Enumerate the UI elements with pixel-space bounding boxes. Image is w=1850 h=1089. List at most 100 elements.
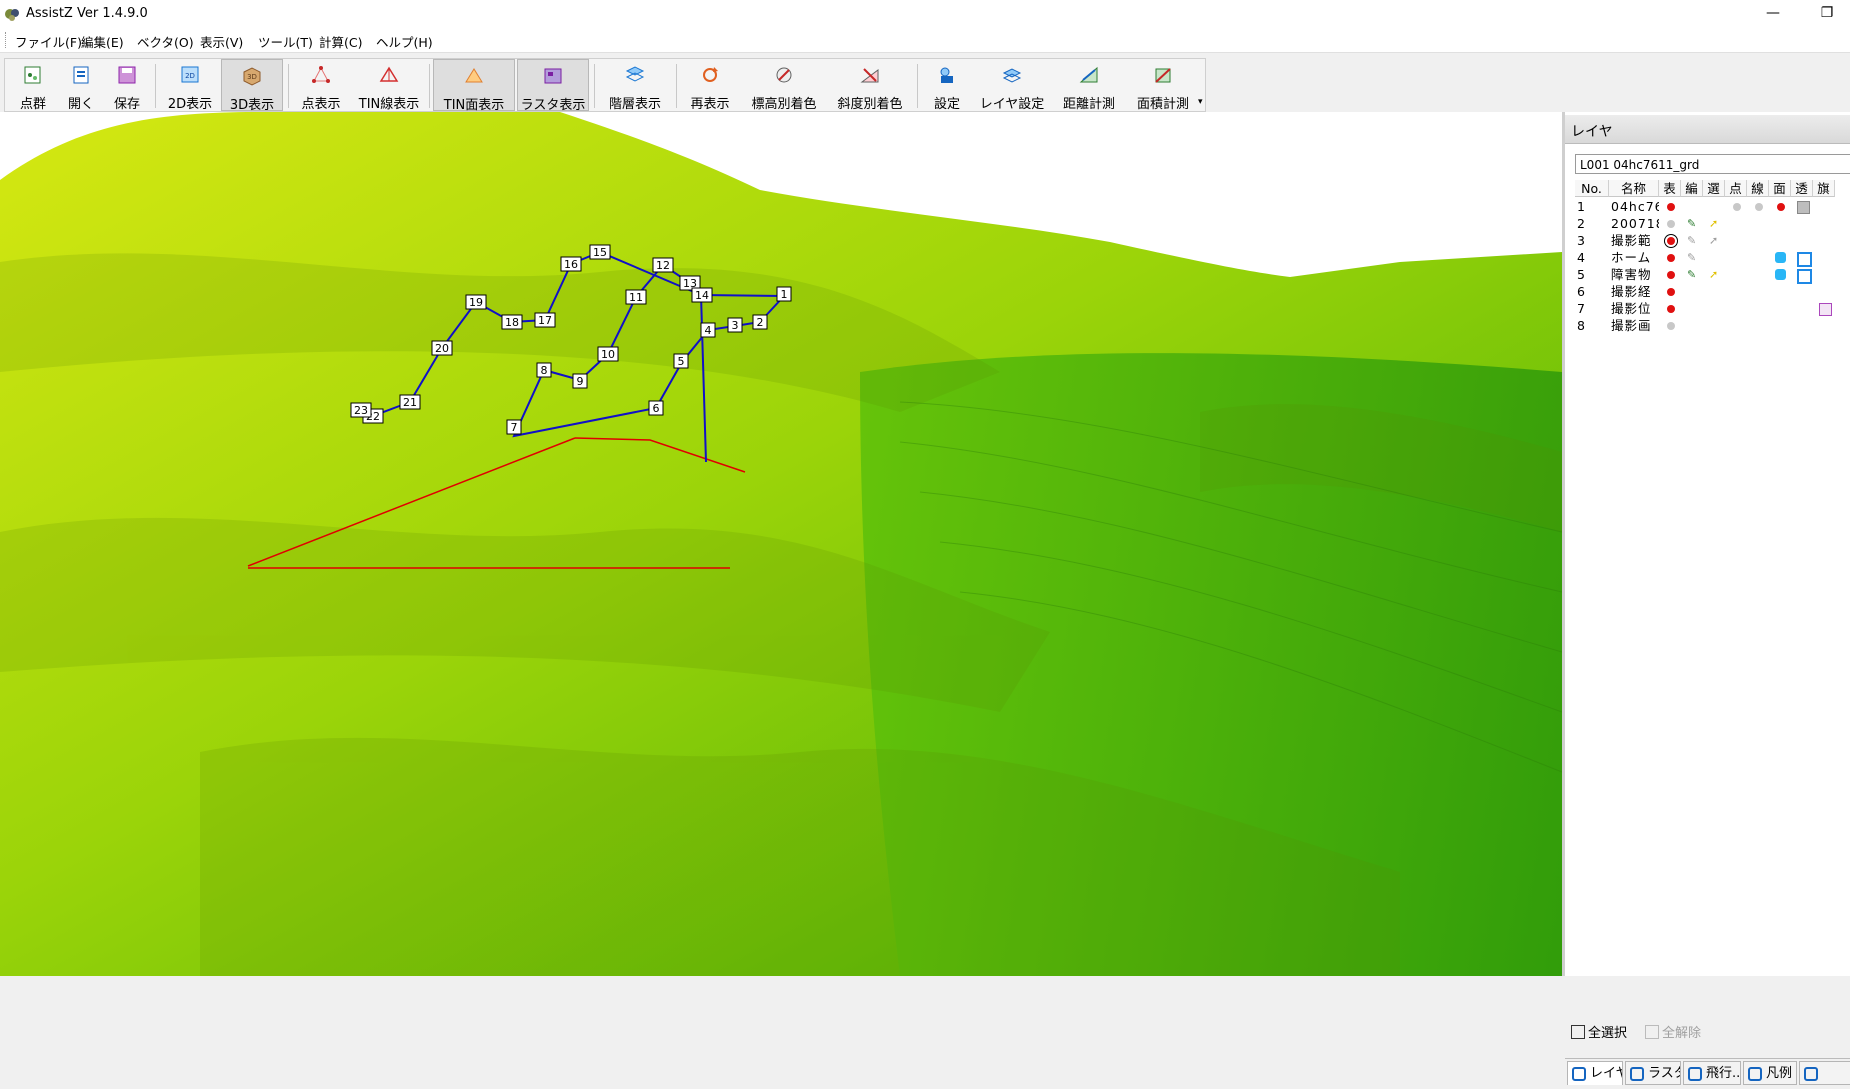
- area-measure-icon: [1155, 68, 1171, 83]
- visible-toggle-icon[interactable]: [1667, 322, 1675, 330]
- col-select[interactable]: 選: [1703, 180, 1725, 197]
- toolbar-separator: [429, 64, 430, 108]
- col-flag[interactable]: 旗: [1813, 180, 1835, 197]
- current-layer-select[interactable]: L001 04hc7611_grd: [1575, 154, 1850, 174]
- col-edit[interactable]: 編: [1681, 180, 1703, 197]
- toolbar-overflow-button[interactable]: ▾: [1198, 97, 1203, 107]
- visible-toggle-icon[interactable]: [1667, 220, 1675, 228]
- layer-row[interactable]: 5 障害物 ✎ ➚: [1575, 266, 1850, 284]
- visible-toggle-icon[interactable]: [1667, 271, 1675, 279]
- col-no[interactable]: No.: [1575, 180, 1609, 197]
- edit-pencil-icon[interactable]: ✎: [1687, 266, 1698, 281]
- tab-raster[interactable]: ラスタ: [1625, 1061, 1681, 1085]
- slope-color-button[interactable]: 斜度別着色: [829, 59, 911, 112]
- waypoint-12: 12: [652, 257, 674, 273]
- layer-row[interactable]: 1 04hc76: [1575, 198, 1850, 215]
- tin-surface-button[interactable]: TIN面表示: [433, 59, 515, 113]
- layer-row[interactable]: 4 ホーム ✎: [1575, 249, 1850, 267]
- visible-toggle-icon[interactable]: [1667, 203, 1675, 211]
- select-all-button[interactable]: 全選択: [1571, 1022, 1627, 1041]
- menu-file[interactable]: ファイル(F): [15, 32, 82, 51]
- area-measure-button[interactable]: 面積計測: [1127, 59, 1199, 112]
- transparency-icon[interactable]: [1797, 201, 1810, 214]
- layer-row[interactable]: 8 撮影画: [1575, 317, 1850, 334]
- select-cursor-icon[interactable]: ➚: [1709, 215, 1720, 230]
- svg-text:16: 16: [564, 258, 578, 271]
- visible-toggle-icon[interactable]: [1667, 305, 1675, 313]
- point-style-icon[interactable]: [1733, 203, 1741, 211]
- menu-edit[interactable]: 編集(E): [81, 32, 124, 51]
- line-style-icon[interactable]: [1755, 203, 1763, 211]
- restore-button[interactable]: ❐: [1804, 0, 1850, 28]
- menu-help[interactable]: ヘルプ(H): [376, 32, 433, 51]
- visible-toggle-icon[interactable]: [1667, 237, 1675, 245]
- point-cloud-icon: [24, 66, 41, 84]
- tin-line-button[interactable]: TIN線表示: [353, 59, 425, 112]
- col-point[interactable]: 点: [1725, 180, 1747, 197]
- face-style-icon[interactable]: [1775, 269, 1786, 280]
- menu-view[interactable]: 表示(V): [200, 32, 243, 51]
- face-style-icon[interactable]: [1775, 252, 1786, 263]
- checklist-icon: [1645, 1025, 1659, 1039]
- waypoint-16: 16: [560, 256, 582, 272]
- layer-row[interactable]: 7 撮影位: [1575, 300, 1850, 317]
- flight-tab-icon: [1688, 1067, 1702, 1081]
- layer-row[interactable]: 6 撮影経: [1575, 283, 1850, 300]
- menu-vector[interactable]: ベクタ(O): [137, 32, 194, 51]
- svg-text:10: 10: [601, 348, 615, 361]
- distance-measure-button[interactable]: 距離計測: [1052, 59, 1126, 112]
- waypoint-19: 19: [465, 294, 487, 310]
- settings-button[interactable]: 設定: [922, 59, 972, 112]
- toolbar: 点群 開く 保存 2D 2D表示 3D 3D表示 点表示 TIN線表示 TIN面…: [0, 53, 1850, 113]
- open-button[interactable]: 開く: [59, 59, 103, 112]
- edit-pencil-icon[interactable]: ✎: [1687, 232, 1698, 247]
- col-line[interactable]: 線: [1747, 180, 1769, 197]
- visible-toggle-icon[interactable]: [1667, 254, 1675, 262]
- layer-row[interactable]: 2200718 ✎ ➚: [1575, 215, 1850, 232]
- edit-pencil-icon[interactable]: ✎: [1687, 215, 1698, 230]
- save-button[interactable]: 保存: [105, 59, 149, 112]
- layer-panel: レイヤ L001 04hc7611_grd No. 名称 表 編 選 点 線 面…: [1562, 112, 1850, 1089]
- select-cursor-icon[interactable]: ➚: [1709, 232, 1720, 247]
- col-transparent[interactable]: 透: [1791, 180, 1813, 197]
- raster-display-button[interactable]: ラスタ表示: [517, 59, 589, 113]
- waypoint-3: 3: [727, 317, 743, 333]
- menu-calc[interactable]: 計算(C): [319, 32, 362, 51]
- terrain-render[interactable]: 1 2 3 4 5 6 7 8 9 10 11 12 13 14 15 16 1…: [0, 112, 1562, 976]
- svg-text:5: 5: [678, 355, 685, 368]
- svg-text:19: 19: [469, 296, 483, 309]
- face-style-icon[interactable]: [1777, 203, 1785, 211]
- tab-legend[interactable]: 凡例: [1743, 1061, 1797, 1085]
- refresh-button[interactable]: 再表示: [681, 59, 739, 112]
- point-cloud-button[interactable]: 点群: [11, 59, 55, 112]
- svg-text:17: 17: [538, 314, 552, 327]
- select-cursor-icon[interactable]: ➚: [1709, 266, 1720, 281]
- hierarchy-button[interactable]: 階層表示: [599, 59, 671, 112]
- deselect-all-button[interactable]: 全解除: [1645, 1022, 1701, 1041]
- tab-flight[interactable]: 飛行...: [1683, 1061, 1741, 1085]
- col-visible[interactable]: 表: [1659, 180, 1681, 197]
- transparency-icon[interactable]: [1797, 252, 1812, 267]
- elevation-color-button[interactable]: 標高別着色: [743, 59, 825, 112]
- point-display-button[interactable]: 点表示: [295, 59, 347, 112]
- minimize-button[interactable]: —: [1750, 0, 1796, 28]
- tab-layer[interactable]: レイヤ: [1567, 1061, 1623, 1085]
- 3d-view-button[interactable]: 3D 3D表示: [221, 59, 283, 113]
- transparency-icon[interactable]: [1797, 269, 1812, 284]
- flag-icon[interactable]: [1819, 303, 1832, 316]
- col-name[interactable]: 名称: [1609, 180, 1659, 197]
- hierarchy-icon: [625, 66, 645, 82]
- layer-settings-button[interactable]: レイヤ設定: [975, 59, 1049, 112]
- panel-tabs: レイヤ ラスタ 飛行... 凡例: [1565, 1058, 1850, 1089]
- layer-row[interactable]: 3 撮影範 ✎ ➚: [1575, 232, 1850, 249]
- col-face[interactable]: 面: [1769, 180, 1791, 197]
- 3d-terrain-viewport[interactable]: 1 2 3 4 5 6 7 8 9 10 11 12 13 14 15 16 1…: [0, 112, 1562, 976]
- waypoint-20: 20: [431, 340, 453, 356]
- waypoint-10: 10: [597, 346, 619, 362]
- 2d-view-button[interactable]: 2D 2D表示: [161, 59, 219, 112]
- open-icon: [73, 66, 89, 84]
- edit-pencil-icon[interactable]: ✎: [1687, 249, 1698, 264]
- menu-tools[interactable]: ツール(T): [258, 32, 313, 51]
- tab-more[interactable]: [1799, 1061, 1850, 1085]
- visible-toggle-icon[interactable]: [1667, 288, 1675, 296]
